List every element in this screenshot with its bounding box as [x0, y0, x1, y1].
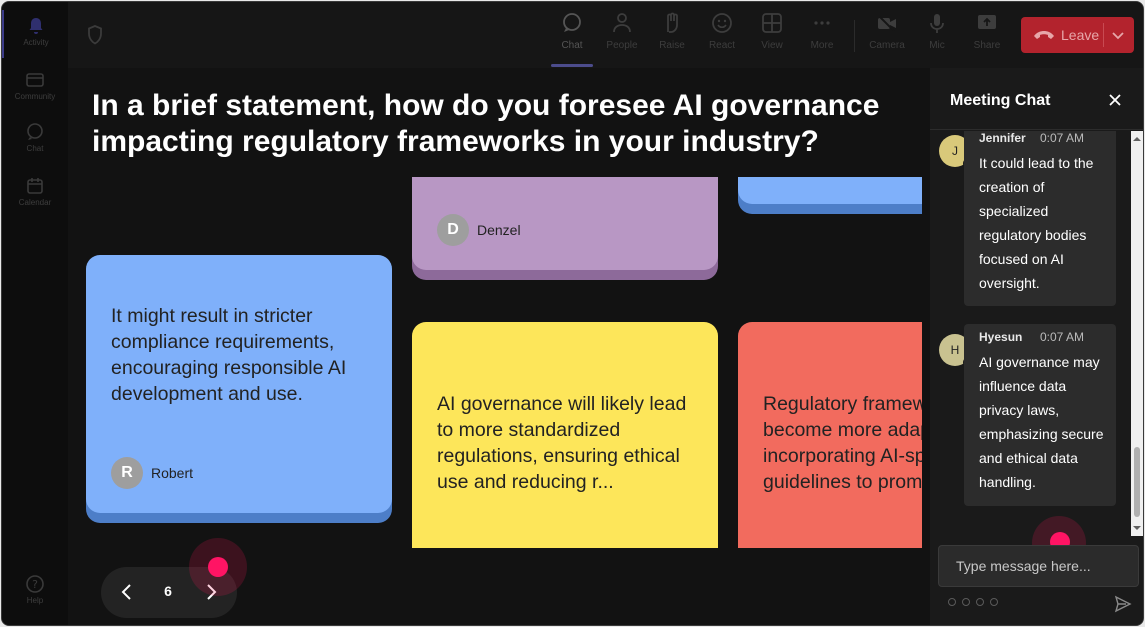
chat-message: Jennifer 0:07 AM It could lead to the cr… [964, 131, 1116, 306]
toolbar-label: React [708, 40, 736, 51]
chevron-left-icon[interactable] [116, 581, 138, 603]
toolbar-label: Mic [929, 40, 945, 51]
people-icon [613, 13, 631, 33]
meeting-window: Activity Community Chat Calendar ? Help … [1, 1, 1144, 626]
chevron-down-icon[interactable] [1111, 28, 1125, 42]
chat-title: Meeting Chat [950, 92, 1051, 109]
calendar-icon [27, 178, 43, 194]
response-card[interactable]: AI governance will likely lead to more s… [412, 322, 718, 548]
rail-item-community[interactable]: Community [2, 64, 68, 112]
toolbar-label: Chat [561, 40, 583, 51]
gif-icon[interactable] [990, 598, 998, 606]
response-card[interactable] [738, 177, 922, 214]
message-author: Hyesun [979, 330, 1023, 344]
message-body: It could lead to the creation of special… [979, 155, 1094, 291]
toolbar-divider [854, 20, 855, 52]
message-time: 0:07 AM [1040, 131, 1085, 145]
toolbar-more-button[interactable]: More [797, 12, 847, 62]
attach-icon[interactable] [962, 598, 970, 606]
card-text: Regulatory frameworks may become more ad… [763, 393, 922, 493]
message-body: AI governance may influence data privacy… [979, 354, 1104, 490]
rail-item-label: Chat [26, 144, 44, 153]
react-icon [712, 13, 732, 33]
toolbar-label: Camera [869, 40, 905, 51]
share-icon [978, 15, 996, 29]
phone-hangup-icon [1034, 31, 1054, 39]
close-icon[interactable] [1107, 92, 1123, 108]
more-icon [814, 21, 830, 25]
toolbar-label: Raise [659, 40, 685, 51]
rail-item-label: Activity [23, 38, 49, 47]
rail-item-calendar[interactable]: Calendar [2, 170, 68, 218]
page-number: 6 [164, 583, 172, 599]
toolbar-people-button[interactable]: People [597, 12, 647, 62]
response-card[interactable]: It might result in stricter compliance r… [86, 255, 392, 523]
leave-divider [1103, 23, 1104, 47]
svg-text:?: ? [32, 578, 38, 591]
card-author: D Denzel [437, 214, 521, 246]
shield-icon[interactable] [86, 24, 104, 46]
toolbar-label: More [810, 40, 834, 51]
card-face [738, 177, 922, 204]
response-board: D Denzel It might result in stricter com… [68, 177, 922, 548]
community-icon [26, 73, 44, 87]
avatar-initial: H [950, 343, 960, 357]
chat-header: Meeting Chat [930, 68, 1143, 130]
formatting-tools [948, 598, 998, 606]
camera-icon [877, 14, 896, 33]
rail-item-label: Calendar [18, 198, 52, 207]
rail-item-chat[interactable]: Chat [2, 116, 68, 164]
chat-panel: Meeting Chat J Jennifer 0:07 AM It could… [930, 68, 1143, 625]
rail-item-label: Help [26, 596, 44, 605]
toolbar-label: Share [973, 40, 1001, 51]
avatar: R [111, 457, 143, 489]
scrollbar-thumb[interactable] [1134, 447, 1140, 517]
card-author: R Robert [111, 457, 193, 489]
rail-item-help[interactable]: ? Help [2, 568, 68, 616]
send-icon[interactable] [1114, 595, 1132, 613]
message-time: 0:07 AM [1040, 330, 1085, 344]
response-card[interactable]: Regulatory frameworks may become more ad… [738, 322, 922, 548]
chat-icon [27, 123, 43, 140]
toolbar-label: View [761, 40, 783, 51]
response-card[interactable]: D Denzel [412, 177, 718, 280]
message-input[interactable] [938, 545, 1139, 587]
toolbar-camera-button[interactable]: Camera [862, 12, 912, 62]
view-grid-icon [762, 13, 782, 33]
question-title: In a brief statement, how do you foresee… [92, 89, 880, 158]
author-name: Denzel [477, 222, 521, 238]
toolbar-share-button[interactable]: Share [962, 12, 1012, 62]
message-author: Jennifer [979, 131, 1026, 145]
chat-icon [563, 13, 581, 32]
left-rail: Activity Community Chat Calendar ? Help [2, 2, 68, 625]
scroll-up-icon[interactable] [1133, 135, 1141, 143]
rail-item-activity[interactable]: Activity [2, 10, 68, 58]
toolbar-view-button[interactable]: View [747, 12, 797, 62]
card-text: It might result in stricter compliance r… [111, 305, 347, 405]
toolbar-raise-button[interactable]: Raise [647, 12, 697, 62]
leave-button[interactable]: Leave [1021, 17, 1134, 53]
toolbar-label: People [606, 40, 638, 51]
chat-message: Hyesun 0:07 AM AI governance may influen… [964, 324, 1116, 506]
avatar-initial: J [952, 144, 958, 158]
emoji-icon[interactable] [976, 598, 984, 606]
message-list: J Jennifer 0:07 AM It could lead to the … [930, 131, 1130, 536]
chat-scrollbar[interactable] [1131, 131, 1143, 536]
format-icon[interactable] [948, 598, 956, 606]
help-icon: ? [26, 575, 44, 593]
mic-icon [930, 14, 944, 33]
scroll-down-icon[interactable] [1133, 524, 1141, 532]
bell-icon [29, 18, 43, 34]
toolbar-mic-button[interactable]: Mic [912, 12, 962, 62]
cursor-indicator [208, 557, 228, 577]
author-name: Robert [151, 465, 194, 481]
leave-label: Leave [1061, 27, 1100, 43]
avatar: D [437, 214, 469, 246]
toolbar-chat-button[interactable]: Chat [547, 12, 597, 62]
active-tab-indicator [551, 64, 593, 67]
toolbar-react-button[interactable]: React [697, 12, 747, 62]
card-text: AI governance will likely lead to more s… [437, 393, 687, 493]
rail-item-label: Community [14, 92, 56, 101]
raise-hand-icon [667, 12, 678, 33]
